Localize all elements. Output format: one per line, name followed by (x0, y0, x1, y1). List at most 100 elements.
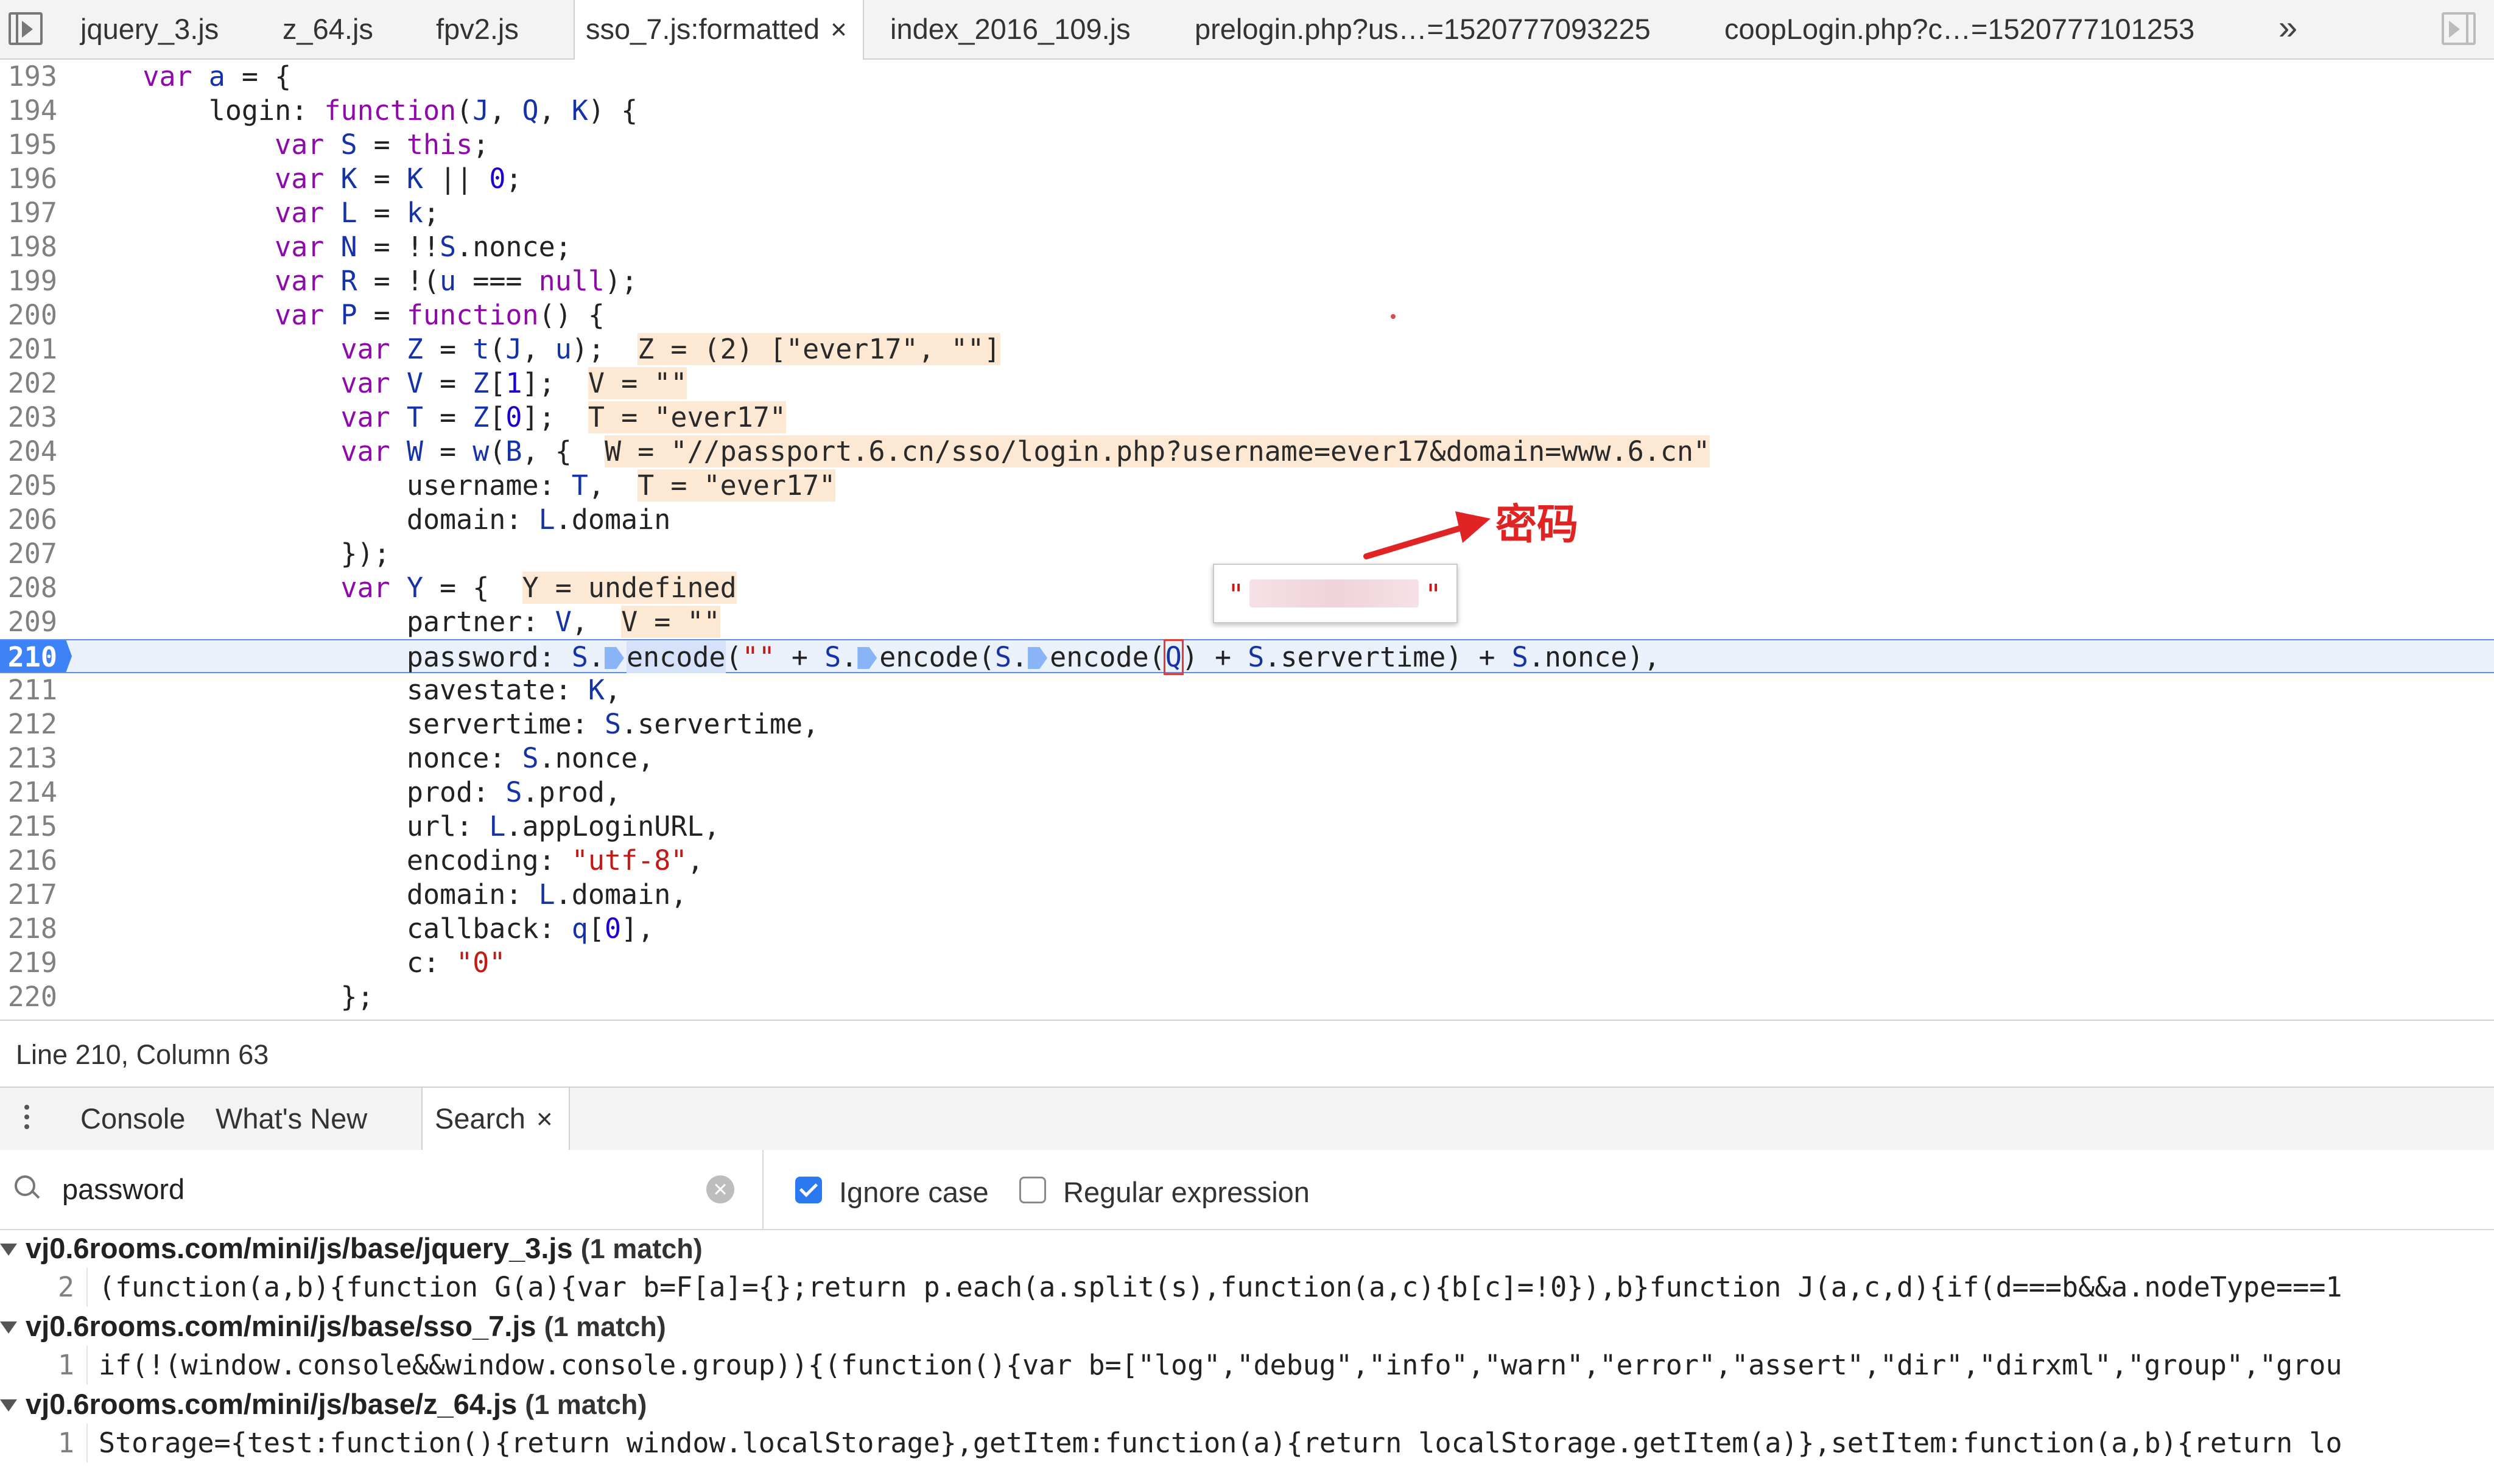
line-number[interactable]: 203 (0, 401, 57, 435)
code-line: 204 var W = w(B, { W = "//passport.6.cn/… (0, 435, 2494, 469)
line-number[interactable]: 212 (0, 707, 57, 741)
ignore-case-checkbox[interactable] (795, 1177, 822, 1203)
line-number[interactable]: 220 (0, 980, 57, 1014)
code-text: var T = Z[0]; T = "ever17" (340, 401, 786, 433)
close-icon[interactable]: × (831, 13, 847, 45)
tab-index-2016-109[interactable]: index_2016_109.js (890, 0, 1131, 58)
line-number[interactable]: 202 (0, 366, 57, 401)
result-file-name: vj0.6rooms.com/mini/js/base/z_64.js (26, 1388, 518, 1420)
expand-triangle-icon[interactable] (0, 1321, 17, 1334)
tab-label: index_2016_109.js (890, 13, 1131, 45)
tab-label: z_64.js (283, 13, 373, 45)
line-number[interactable]: 208 (0, 571, 57, 605)
expand-triangle-icon[interactable] (0, 1399, 17, 1412)
line-number[interactable]: 193 (0, 60, 57, 94)
ignore-case-label[interactable]: Ignore case (839, 1175, 989, 1209)
code-line: 198 var N = !!S.nonce; (0, 230, 2494, 264)
tab-label: jquery_3.js (80, 13, 219, 45)
line-number[interactable]: 204 (0, 435, 57, 469)
code-line: 206 domain: L.domain (0, 503, 2494, 537)
line-number[interactable]: 199 (0, 264, 57, 298)
close-icon[interactable]: × (536, 1103, 553, 1135)
tab-console[interactable]: Console (80, 1088, 185, 1150)
line-number[interactable]: 198 (0, 230, 57, 264)
code-line: 197 var L = k; (0, 196, 2494, 230)
tab-label: Console (80, 1102, 186, 1135)
regular-expression-checkbox[interactable] (1019, 1177, 1046, 1203)
more-options-icon[interactable] (24, 1105, 29, 1134)
divider (86, 1346, 88, 1385)
code-text: nonce: S.nonce, (77, 742, 655, 774)
line-number[interactable]: 196 (0, 162, 57, 196)
code-text: var Y = { Y = undefined (340, 572, 737, 604)
line-number[interactable]: 218 (0, 912, 57, 946)
tab-jquery-3[interactable]: jquery_3.js (80, 0, 219, 58)
sidebar-toggle-icon[interactable] (2442, 12, 2476, 45)
tab-label: What's New (216, 1102, 368, 1135)
code-line: 195 var S = this; (0, 128, 2494, 162)
tab-prelogin[interactable]: prelogin.php?us…=1520777093225 (1195, 0, 1651, 58)
result-match-count: (1 match) (525, 1389, 647, 1420)
tab-label: fpv2.js (436, 13, 519, 45)
sidebar-toggle-icon[interactable] (9, 12, 43, 45)
code-line: 215 url: L.appLoginURL, (0, 810, 2494, 844)
line-number[interactable]: 217 (0, 878, 57, 912)
divider (762, 1150, 764, 1229)
result-match-row[interactable]: 2 (function(a,b){function G(a){var b=F[a… (0, 1268, 2494, 1307)
code-editor[interactable]: 193 var a = { 194 login: function(J, Q, … (0, 60, 2494, 1020)
clear-icon[interactable]: × (706, 1175, 734, 1203)
result-line-number: 1 (57, 1427, 74, 1459)
line-number[interactable]: 214 (0, 775, 57, 810)
execution-point-icon[interactable] (604, 647, 624, 669)
code-line: 218 callback: q[0], (0, 912, 2494, 946)
hovered-variable-q[interactable]: Q (1163, 639, 1184, 675)
code-text: domain: L.domain, (77, 878, 687, 911)
tab-label: coopLogin.php?c…=1520777101253 (1724, 13, 2195, 45)
tab-whats-new[interactable]: What's New (216, 1088, 367, 1150)
code-line: 217 domain: L.domain, (0, 878, 2494, 912)
code-text: var S = this; (275, 128, 490, 161)
tab-search[interactable]: Search × (421, 1088, 570, 1151)
expand-triangle-icon[interactable] (0, 1244, 17, 1256)
tab-z-64[interactable]: z_64.js (283, 0, 373, 58)
result-match-count: (1 match) (580, 1233, 703, 1264)
result-file-name: vj0.6rooms.com/mini/js/base/sso_7.js (26, 1310, 536, 1342)
code-text: encoding: "utf-8", (77, 844, 704, 877)
line-number[interactable]: 194 (0, 94, 57, 128)
line-number[interactable]: 207 (0, 537, 57, 571)
tab-sso-7-formatted[interactable]: sso_7.js:formatted × (574, 0, 864, 60)
drawer-tab-bar: Console What's New Search × (0, 1088, 2494, 1151)
result-match-row[interactable]: 1 Storage={test:function(){return window… (0, 1424, 2494, 1463)
cursor-position-text: Line 210, Column 63 (16, 1039, 269, 1070)
line-number[interactable]: 200 (0, 298, 57, 332)
line-number[interactable]: 206 (0, 503, 57, 537)
code-line: 211 savestate: K, (0, 673, 2494, 707)
line-number[interactable]: 197 (0, 196, 57, 230)
line-number[interactable]: 201 (0, 332, 57, 366)
execution-point-icon[interactable] (857, 647, 877, 669)
divider (86, 1268, 88, 1307)
result-match-count: (1 match) (544, 1311, 666, 1342)
more-tabs-chevron-icon[interactable]: » (2278, 7, 2297, 47)
regular-expression-label[interactable]: Regular expression (1063, 1175, 1310, 1209)
line-number[interactable]: 215 (0, 810, 57, 844)
search-input[interactable] (61, 1168, 684, 1209)
code-text: var Z = t(J, u); Z = (2) ["ever17", ""] (340, 333, 1001, 365)
tab-fpv2[interactable]: fpv2.js (436, 0, 519, 58)
line-number[interactable]: 210 (0, 640, 57, 674)
code-text: var V = Z[1]; V = "" (340, 367, 687, 399)
tooltip-open-quote: " (1228, 578, 1245, 611)
code-text: username: T, T = "ever17" (77, 469, 836, 502)
result-match-row[interactable]: 1 if(!(window.console&&window.console.gr… (0, 1346, 2494, 1385)
line-number[interactable]: 205 (0, 469, 57, 503)
execution-point-icon[interactable] (1028, 647, 1048, 669)
inline-value: V = "" (588, 367, 687, 399)
line-number[interactable]: 213 (0, 741, 57, 775)
code-text: }); (77, 537, 390, 570)
line-number[interactable]: 216 (0, 844, 57, 878)
line-number[interactable]: 209 (0, 605, 57, 639)
line-number[interactable]: 195 (0, 128, 57, 162)
line-number[interactable]: 219 (0, 946, 57, 980)
line-number[interactable]: 211 (0, 673, 57, 707)
tab-cooplogin[interactable]: coopLogin.php?c…=1520777101253 (1724, 0, 2194, 58)
